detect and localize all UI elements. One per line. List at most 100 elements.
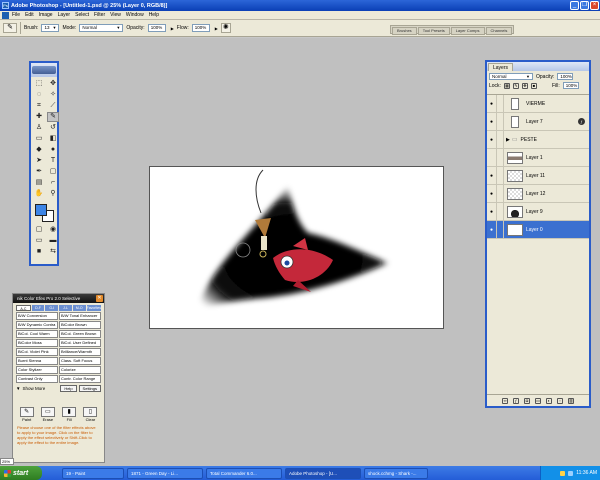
trash-icon[interactable]: ▥ [568,397,574,404]
mode-select[interactable]: Normal ▼ [79,24,124,32]
lock-transparency-icon[interactable]: ▦ [503,82,510,89]
tab-layers[interactable]: Layers [488,63,514,71]
document-icon[interactable] [2,11,9,19]
restore-button[interactable]: ❐ [580,1,589,10]
task-photoshop[interactable]: Adobe Photoshop - [U... [285,467,361,479]
nik-filter-item[interactable]: BiColor Brown [59,321,101,329]
link-layers-icon[interactable]: ∞ [502,397,508,404]
crop-tool-icon[interactable]: ⌗ [33,101,45,111]
nik-filter-item[interactable]: B/W Dynamic Contra [16,321,58,329]
nik-filter-item[interactable]: Contr. Color Range [59,375,101,383]
standard-mode-icon[interactable]: ▢ [33,225,45,235]
well-tab-brushes[interactable]: Brushes [392,27,417,35]
zoom-level-input[interactable]: 25% [0,458,14,465]
nik-tab-d-f[interactable]: D-F [31,305,45,311]
lasso-tool-icon[interactable]: ◌ [33,90,45,100]
well-tab-tool-presets[interactable]: Tool Presets [417,27,450,35]
lock-all-icon[interactable]: ■ [530,82,537,89]
layer-blend-mode-select[interactable]: Normal ▼ [489,73,533,80]
minimize-button[interactable]: _ [570,1,579,10]
nik-filter-item[interactable]: B/W Tonal Enhancer [59,312,101,320]
menu-filter[interactable]: Filter [94,12,105,18]
nik-filter-item[interactable]: B/W Conversion [16,312,58,320]
nik-filter-item[interactable]: Brilliance/Warmth [59,348,101,356]
nik-clear-button[interactable]: ▯ Clear [83,407,98,422]
lock-image-icon[interactable]: ✎ [512,82,519,89]
nik-paint-button[interactable]: ✎ Paint [19,407,34,422]
nik-tab-g-i[interactable]: G-I [45,305,59,311]
eye-icon[interactable]: ● [487,166,497,185]
eye-icon[interactable]: ● [487,202,497,221]
task-winamp[interactable]: 1871 - Green Day - Li... [127,467,203,479]
menu-select[interactable]: Select [75,12,89,18]
dodge-tool-icon[interactable]: ● [47,145,59,155]
jump-to-imageready-icon[interactable]: ⇆ [47,247,59,257]
clone-stamp-tool-icon[interactable]: ♙ [33,123,45,133]
lock-position-icon[interactable]: ✥ [521,82,528,89]
pen-tool-icon[interactable]: ✒ [33,167,45,177]
link-slot[interactable] [497,184,504,203]
layer-effects-icon[interactable]: ƒ [578,118,585,125]
hand-tool-icon[interactable]: ✋ [33,189,45,199]
shape-tool-icon[interactable]: ▢ [47,167,59,177]
menu-image[interactable]: Image [39,12,53,18]
nik-tab-favorites[interactable]: Favorites [86,305,101,311]
nik-help-button[interactable]: Help [60,385,77,392]
link-slot[interactable] [497,202,504,221]
menu-edit[interactable]: Edit [25,12,34,18]
history-brush-tool-icon[interactable]: ↺ [47,123,59,133]
adjustment-layer-icon[interactable]: ◐ [546,397,552,404]
tray-icon[interactable] [568,470,574,476]
menu-window[interactable]: Window [126,12,144,18]
nik-filter-item[interactable]: BiCol. Violet Pink [16,348,58,356]
nik-show-more[interactable]: Show More [22,386,45,391]
nik-filter-item[interactable]: Colorize [59,366,101,374]
flow-input[interactable]: 100% [191,24,210,32]
nik-filter-item[interactable]: BiCol. User Defined [59,339,101,347]
brush-tool-icon[interactable]: ✎ [47,112,59,122]
path-selection-tool-icon[interactable]: ➤ [33,156,45,166]
nik-erase-button[interactable]: ▭ Erase [40,407,55,422]
nik-filter-item[interactable]: BiCol. Green Brown [59,330,101,338]
screen-mode-fullscreen-icon[interactable]: ■ [33,247,45,257]
nik-fill-button[interactable]: ▮ Fill [62,407,77,422]
expand-triangle-icon[interactable]: ▶ [506,137,510,143]
blur-tool-icon[interactable]: ◆ [33,145,45,155]
opacity-input[interactable]: 100% [147,24,166,32]
layer-opacity-input[interactable]: 100% [557,73,574,80]
eye-icon[interactable]: ● [487,130,497,149]
notes-tool-icon[interactable]: ▤ [33,178,45,188]
new-layer-icon[interactable]: ▫ [557,397,563,404]
nik-settings-button[interactable]: Settings [78,385,101,392]
fill-input[interactable]: 100% [562,82,579,89]
flow-dropdown-icon[interactable]: ▶ [215,26,218,31]
quick-mask-mode-icon[interactable]: ◉ [47,225,59,235]
zoom-tool-icon[interactable]: ⚲ [47,189,59,199]
magic-wand-tool-icon[interactable]: ✧ [47,90,59,100]
menu-help[interactable]: Help [149,12,159,18]
layer-style-icon[interactable]: ƒ [513,397,519,404]
nik-filter-item[interactable]: Color Stylizer [16,366,58,374]
nik-filter-item[interactable]: Contrast Only [16,375,58,383]
link-slot[interactable] [497,94,504,113]
type-tool-icon[interactable]: T [47,156,59,166]
task-paint[interactable]: 19 - Paint [62,467,124,479]
link-slot[interactable] [497,148,504,167]
layer-mask-icon[interactable]: ◘ [524,397,530,404]
adobe-logo-icon[interactable] [32,66,56,74]
start-button[interactable]: start [0,466,42,480]
foreground-color-swatch[interactable] [35,204,47,216]
well-tab-channels[interactable]: Channels [485,27,513,35]
eye-icon[interactable]: ● [487,184,497,203]
airbrush-toggle[interactable]: ✺ [220,23,231,33]
screen-mode-full-icon[interactable]: ▬ [47,236,59,246]
eye-icon[interactable]: ● [487,94,497,113]
eraser-tool-icon[interactable]: ▭ [33,134,45,144]
layer-row-layer-7[interactable]: ● Layer 7 ƒ [487,112,589,131]
nik-close-icon[interactable]: ✕ [96,295,103,302]
new-group-icon[interactable]: ▭ [535,397,541,404]
nik-tab-j-l[interactable]: J-L [59,305,72,311]
nik-filter-item[interactable]: Burnt Sienna [16,357,58,365]
well-tab-layer-comps[interactable]: Layer Comps [450,27,485,35]
brush-indicator-icon[interactable] [497,220,504,239]
